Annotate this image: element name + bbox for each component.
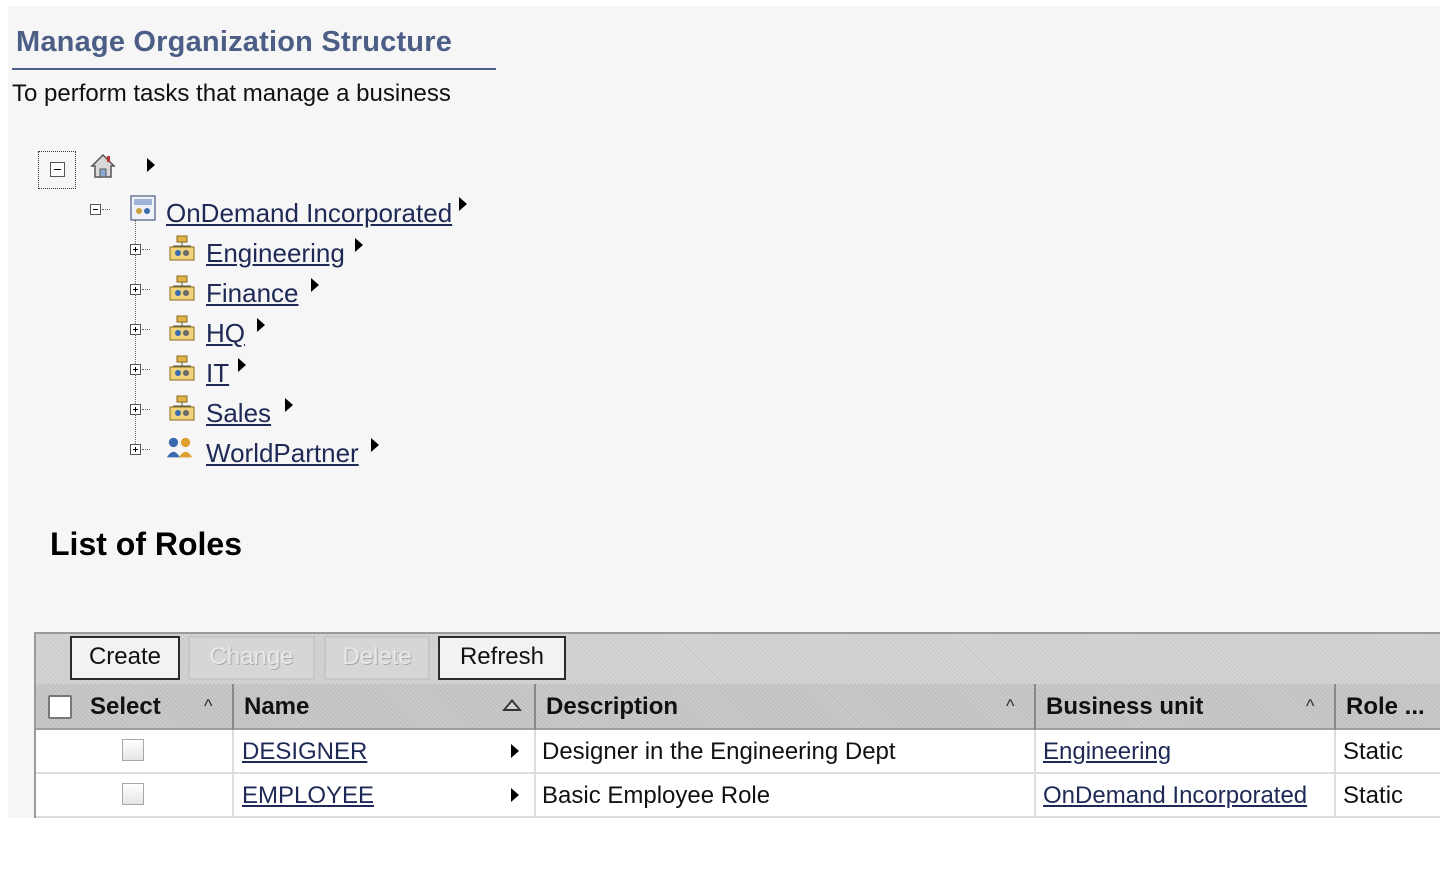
tree-node-finance[interactable]: Finance [206,278,299,309]
refresh-button[interactable]: Refresh [438,636,566,680]
sort-caret-icon[interactable]: ^ [1306,684,1314,728]
engineering-menu-arrow[interactable] [355,238,363,252]
role-type-header-label: Role ... [1346,693,1425,720]
tree-connector [142,249,150,251]
column-header-business-unit[interactable]: Business unit ^ [1034,684,1334,730]
tree-connector [142,409,150,411]
column-divider [534,730,536,818]
sort-ascending-icon[interactable] [502,699,522,711]
delete-button[interactable]: Delete [324,636,430,680]
business-unit-header-label: Business unit [1046,693,1204,720]
org-collapse-toggle[interactable] [90,204,101,215]
organization-icon [130,195,156,221]
sales-expand-toggle[interactable] [130,404,141,415]
row-menu-arrow[interactable] [511,788,519,802]
org-unit-icon [169,315,195,341]
it-expand-toggle[interactable] [130,364,141,375]
sort-caret-icon[interactable]: ^ [204,684,212,728]
org-menu-arrow[interactable] [459,197,467,211]
tree-node-ondemand-incorporated[interactable]: OnDemand Incorporated [166,198,452,229]
row-select-checkbox[interactable] [122,783,144,805]
finance-expand-toggle[interactable] [130,284,141,295]
tree-connector [102,209,110,211]
tree-node-engineering[interactable]: Engineering [206,238,345,269]
select-all-checkbox[interactable] [48,695,72,719]
role-type: Static [1343,782,1404,809]
role-description: Basic Employee Role [542,782,771,809]
tree-connector [142,289,150,291]
org-unit-icon [169,275,195,301]
column-header-name[interactable]: Name [232,684,534,730]
business-unit-link[interactable]: Engineering [1043,730,1171,774]
root-menu-arrow[interactable] [147,158,155,172]
name-header-label: Name [244,693,310,720]
role-name-link[interactable]: DESIGNER [242,730,367,774]
column-header-description[interactable]: Description ^ [534,684,1034,730]
page-title: Manage Organization Structure [16,26,453,58]
tree-node-worldpartner[interactable]: WorldPartner [206,438,359,469]
page-subtitle: To perform tasks that manage a business [12,80,451,107]
tree-node-sales[interactable]: Sales [206,398,271,429]
page-bottom-area [8,818,1440,879]
org-unit-icon [169,395,195,421]
section-title: List of Roles [50,526,243,562]
root-collapse-toggle[interactable] [50,162,65,177]
home-icon[interactable] [89,152,117,180]
engineering-expand-toggle[interactable] [130,244,141,255]
org-unit-icon [169,235,195,261]
sort-caret-icon[interactable]: ^ [1006,684,1014,728]
sales-menu-arrow[interactable] [285,398,293,412]
hq-menu-arrow[interactable] [257,318,265,332]
role-description: Designer in the Engineering Dept [542,738,896,765]
change-button[interactable]: Change [188,636,315,680]
tree-node-hq[interactable]: HQ [206,318,245,349]
it-menu-arrow[interactable] [238,358,246,372]
partner-group-icon [166,437,193,458]
column-divider [232,730,234,818]
create-button[interactable]: Create [70,636,180,680]
worldpartner-menu-arrow[interactable] [371,438,379,452]
description-header-label: Description [546,693,679,720]
title-underline [12,68,496,70]
business-unit-link[interactable]: OnDemand Incorporated [1043,774,1307,818]
select-header-label: Select [90,693,161,720]
tree-connector [142,369,150,371]
left-frame-edge [0,0,8,879]
row-select-checkbox[interactable] [122,739,144,761]
role-type: Static [1343,738,1404,765]
hq-expand-toggle[interactable] [130,324,141,335]
row-menu-arrow[interactable] [511,744,519,758]
tree-connector [142,449,150,451]
column-divider [1034,730,1036,818]
finance-menu-arrow[interactable] [311,278,319,292]
column-divider [1334,730,1336,818]
top-frame-edge [0,0,1440,6]
org-unit-icon [169,355,195,381]
column-header-role-type[interactable]: Role ... [1334,684,1440,730]
tree-node-it[interactable]: IT [206,358,229,389]
tree-connector [142,329,150,331]
role-name-link[interactable]: EMPLOYEE [242,774,374,818]
worldpartner-expand-toggle[interactable] [130,444,141,455]
